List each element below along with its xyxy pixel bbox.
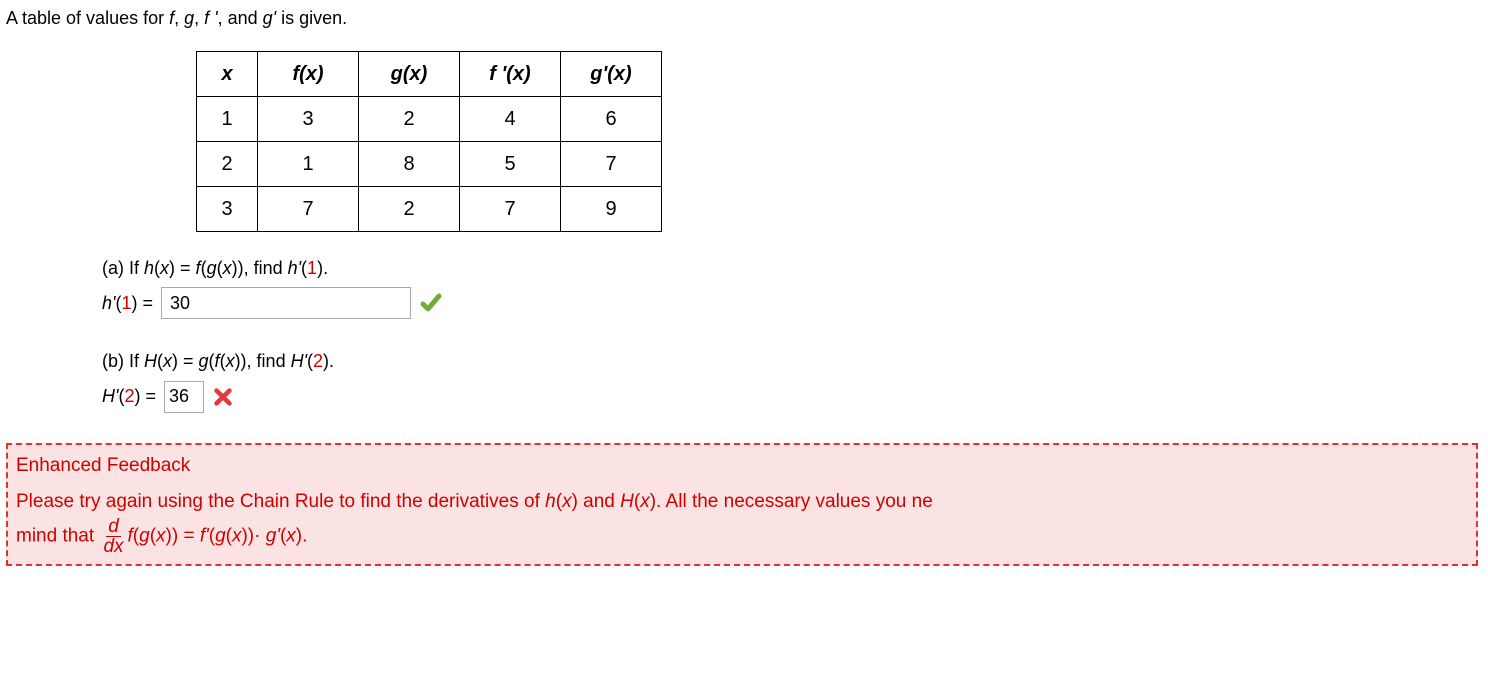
part-a-answer-input[interactable] — [161, 287, 411, 319]
table-row: 1 3 2 4 6 — [197, 97, 662, 142]
feedback-line-1: Please try again using the Chain Rule to… — [16, 487, 1468, 517]
cross-icon — [212, 386, 234, 408]
fraction-d-dx: ddx — [101, 517, 125, 556]
enhanced-feedback-box: Enhanced Feedback Please try again using… — [6, 443, 1478, 567]
feedback-title: Enhanced Feedback — [16, 451, 1468, 481]
part-b: (b) If H(x) = g(f(x)), find H'(2). H'(2)… — [102, 349, 1488, 412]
values-table: x f(x) g(x) f '(x) g'(x) 1 3 2 4 6 2 1 — [196, 51, 662, 232]
part-a-answer-label: h'(1) = — [102, 291, 153, 316]
part-b-prompt: (b) If H(x) = g(f(x)), find H'(2). — [102, 349, 1488, 374]
table-row: 2 1 8 5 7 — [197, 142, 662, 187]
problem-statement: A table of values for f, g, f ', and g' … — [6, 6, 1488, 31]
col-fx: f(x) — [292, 63, 323, 85]
col-gx: g(x) — [391, 63, 428, 85]
part-a-prompt: (a) If h(x) = f(g(x)), find h'(1). — [102, 256, 1488, 281]
var-g: g — [184, 8, 194, 28]
var-gprime: g' — [263, 8, 276, 28]
col-x: x — [221, 63, 232, 85]
feedback-line-2: mind that ddxf(g(x)) = f'(g(x))· g'(x). — [16, 517, 1468, 556]
part-b-answer-input[interactable] — [164, 381, 204, 413]
part-a: (a) If h(x) = f(g(x)), find h'(1). h'(1)… — [102, 256, 1488, 319]
table-row: 3 7 2 7 9 — [197, 187, 662, 232]
checkmark-icon — [419, 291, 443, 315]
var-fprime: f ' — [204, 8, 217, 28]
col-fpx: f '(x) — [489, 63, 530, 85]
col-gpx: g'(x) — [590, 63, 631, 85]
table-header-row: x f(x) g(x) f '(x) g'(x) — [197, 52, 662, 97]
intro-text: A table of values for — [6, 8, 169, 28]
part-b-answer-label: H'(2) = — [102, 384, 156, 409]
